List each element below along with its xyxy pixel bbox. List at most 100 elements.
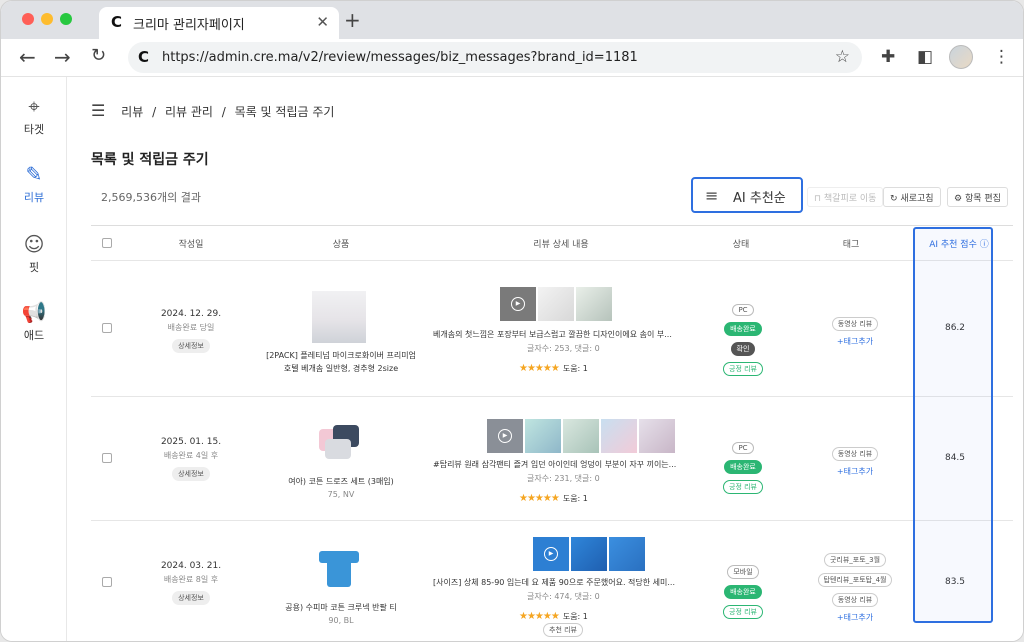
status-cell: PC 배송완료 확인 긍정 리뷰 [713, 297, 773, 376]
row-checkbox[interactable] [102, 323, 112, 333]
product-name[interactable]: [2PACK] 플레티넘 마이크로화이버 프리미엄 [251, 349, 431, 362]
tab-close-icon[interactable]: ✕ [316, 13, 329, 31]
more-menu-icon[interactable]: ⋮ [993, 47, 1010, 67]
detail-info-badge[interactable]: 상세정보 [172, 591, 210, 605]
tag-cell: 굿리뷰_포토_3월 탑텐리뷰_포토탑_4월 동영상 리뷰 +태그추가 [815, 547, 895, 623]
bookmark-icon: ⊓ [814, 194, 821, 204]
url-text[interactable]: https://admin.cre.ma/v2/review/messages/… [162, 50, 638, 65]
product-option: 75, NV [251, 490, 431, 499]
product-image-tshirt[interactable] [319, 547, 359, 591]
row-checkbox[interactable] [102, 577, 112, 587]
review-photo-thumb[interactable] [525, 419, 561, 453]
tag-badge[interactable]: 동영상 리뷰 [832, 447, 878, 461]
product-name[interactable]: 여아) 코튼 드로즈 세트 (3매입) [251, 475, 431, 488]
ai-score-column-highlight [913, 227, 993, 623]
add-tag-button[interactable]: +태그추가 [815, 612, 895, 623]
header-date[interactable]: 작성일 [151, 237, 231, 250]
page-title: 목록 및 적립금 주기 [91, 149, 209, 169]
product-name-line2[interactable]: 호텔 베개솜 일반형, 경추형 2size [251, 362, 431, 375]
detail-info-badge[interactable]: 상세정보 [172, 339, 210, 353]
gear-icon: ⚙ [954, 194, 962, 204]
sidebar-item-label: 애드 [1, 327, 67, 343]
review-text[interactable]: 베개솜의 첫느낌은 포장부터 보급스럽고 깔끔한 디자인이에요 솜이 부... [433, 329, 693, 340]
table-row[interactable]: 2024. 03. 21. 배송완료 8일 후 상세정보 공용) 수피마 코튼 … [91, 521, 1013, 642]
delivery-status: 배송완료 8일 후 [146, 574, 236, 585]
ai-sort-label: AI 추천순 [733, 187, 786, 206]
tag-cell: 동영상 리뷰 +태그추가 [815, 441, 895, 477]
device-badge: PC [732, 304, 753, 316]
tag-badge[interactable]: 동영상 리뷰 [832, 317, 878, 331]
date-cell: 2024. 12. 29. 배송완료 당일 상세정보 [146, 309, 236, 353]
extensions-puzzle-icon[interactable]: ✚ [881, 47, 895, 67]
product-image-pillow[interactable] [312, 291, 366, 343]
date-cell: 2024. 03. 21. 배송완료 8일 후 상세정보 [146, 561, 236, 605]
sidebar-item-label: 리뷰 [1, 189, 67, 205]
tag-badge[interactable]: 탑텐리뷰_포토탑_4월 [818, 573, 893, 587]
breadcrumb-separator: / [152, 105, 156, 119]
review-video-thumb[interactable]: ▶ [500, 287, 536, 321]
add-tag-button[interactable]: +태그추가 [815, 336, 895, 347]
product-image-drawers[interactable] [313, 423, 365, 463]
hamburger-menu-icon[interactable]: ☰ [91, 101, 105, 120]
delivery-status: 배송완료 4일 후 [146, 450, 236, 461]
browser-tab[interactable]: C 크리마 관리자페이지 ✕ [99, 7, 339, 39]
detail-info-badge[interactable]: 상세정보 [172, 467, 210, 481]
bookmark-jump-button[interactable]: ⊓ 책갈피로 이동 [807, 187, 883, 207]
sidebar-item-label: 핏 [1, 259, 67, 275]
breadcrumb-item-review-manage[interactable]: 리뷰 관리 [165, 105, 213, 119]
sidebar-item-review[interactable]: ✎ 리뷰 [1, 163, 67, 205]
play-icon: ▶ [498, 429, 512, 443]
reload-icon[interactable]: ↻ [91, 45, 106, 66]
review-photo-thumb[interactable] [609, 537, 645, 571]
review-text[interactable]: [사이즈] 상체 85-90 입는데 요 제품 90으로 주문했어요. 적당한 … [433, 577, 693, 588]
breadcrumb-item-review[interactable]: 리뷰 [121, 105, 143, 119]
review-photo-thumb[interactable] [571, 537, 607, 571]
tag-badge[interactable]: 굿리뷰_포토_3월 [824, 553, 886, 567]
review-photo-thumb[interactable] [538, 287, 574, 321]
refresh-button[interactable]: ↻ 새로고침 [883, 187, 941, 207]
back-arrow-icon[interactable]: ← [19, 45, 36, 69]
sidebar-item-target[interactable]: ⌖ 타겟 [1, 95, 67, 137]
result-count: 2,569,536개의 결과 [101, 189, 201, 205]
ai-sort-button[interactable]: ≡ AI 추천순 [691, 177, 803, 213]
review-video-thumb[interactable]: ▶ [487, 419, 523, 453]
maximize-window-button[interactable] [60, 13, 72, 25]
review-photo-thumb[interactable] [563, 419, 599, 453]
helpful-count: 도움: 1 [563, 494, 588, 503]
side-panel-icon[interactable]: ◧ [917, 47, 933, 67]
review-text[interactable]: #탑리뷰 원래 삼각팬티 즐겨 입던 아이인데 엉덩이 부분이 자꾸 끼이는..… [433, 459, 693, 470]
close-window-button[interactable] [22, 13, 34, 25]
review-photo-thumb[interactable] [601, 419, 637, 453]
address-bar[interactable]: C https://admin.cre.ma/v2/review/message… [128, 42, 862, 73]
edit-columns-button[interactable]: ⚙ 항목 편집 [947, 187, 1008, 207]
megaphone-icon: 📢 [1, 301, 67, 323]
sidebar-item-label: 타겟 [1, 121, 67, 137]
review-photo-thumb[interactable] [576, 287, 612, 321]
new-tab-button[interactable]: + [344, 8, 361, 32]
select-all-checkbox[interactable] [102, 238, 112, 248]
minimize-window-button[interactable] [41, 13, 53, 25]
user-check-icon: ☺ [1, 233, 67, 255]
delivery-badge: 배송완료 [724, 460, 762, 474]
bookmark-label: 책갈피로 이동 [824, 194, 877, 204]
product-name[interactable]: 공용) 수피마 코튼 크루넥 반팔 티 [251, 601, 431, 614]
tag-badge[interactable]: 동영상 리뷰 [832, 593, 878, 607]
table-row[interactable]: 2025. 01. 15. 배송완료 4일 후 상세정보 여아) 코튼 드로즈 … [91, 397, 1013, 521]
bookmark-star-icon[interactable]: ☆ [835, 47, 850, 67]
table-row[interactable]: 2024. 12. 29. 배송완료 당일 상세정보 [2PACK] 플레티넘 … [91, 261, 1013, 397]
forward-arrow-icon[interactable]: → [54, 45, 71, 69]
row-checkbox[interactable] [102, 453, 112, 463]
review-photo-thumb[interactable] [639, 419, 675, 453]
star-rating-icon: ★★★★★ [519, 363, 559, 374]
sidebar-item-ad[interactable]: 📢 애드 [1, 301, 67, 343]
review-video-thumb[interactable]: ▶ [533, 537, 569, 571]
edit-icon: ✎ [1, 163, 67, 185]
add-tag-button[interactable]: +태그추가 [815, 466, 895, 477]
date-cell: 2025. 01. 15. 배송완료 4일 후 상세정보 [146, 437, 236, 481]
profile-avatar[interactable] [949, 45, 973, 69]
rating: ★★★★★도움: 1 [519, 356, 588, 375]
sidebar-item-fit[interactable]: ☺ 핏 [1, 233, 67, 275]
confirm-badge: 확인 [731, 342, 756, 356]
tab-title: 크리마 관리자페이지 [133, 14, 245, 33]
delivery-badge: 배송완료 [724, 585, 762, 599]
